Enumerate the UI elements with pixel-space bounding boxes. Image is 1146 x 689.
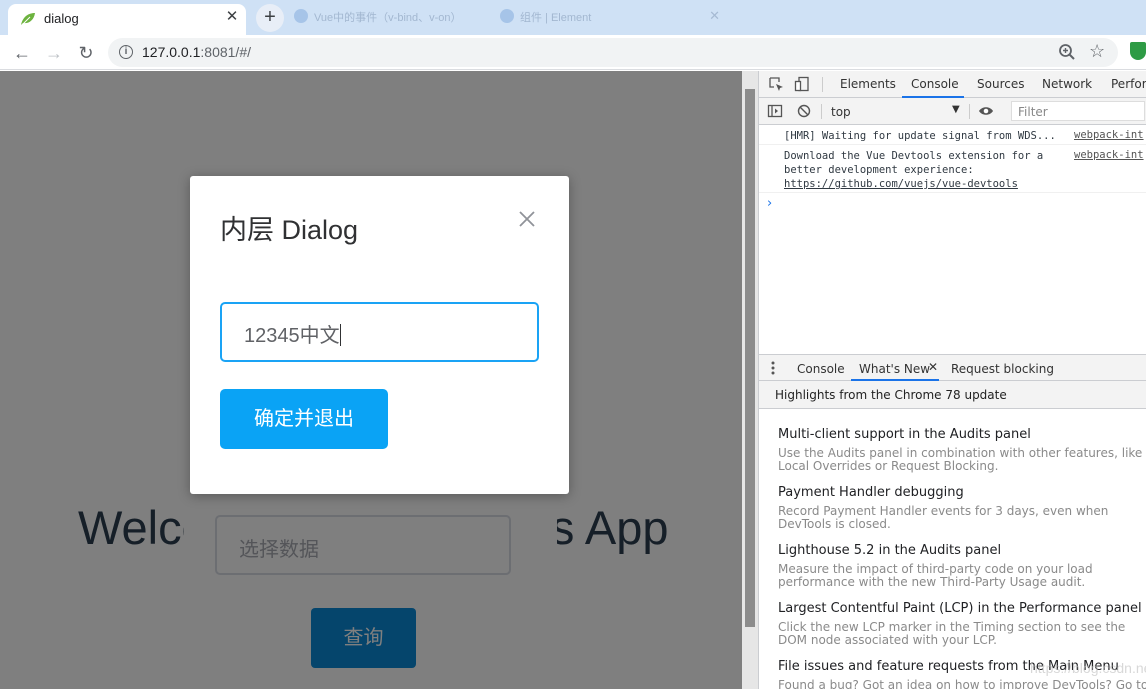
list-item-title: Payment Handler debugging xyxy=(778,485,964,500)
list-item[interactable]: Largest Contentful Paint (LCP) in the Pe… xyxy=(778,601,1146,647)
filter-placeholder: Filter xyxy=(1018,105,1048,119)
list-item-desc: Use the Audits panel in combination with… xyxy=(778,447,1143,473)
toolbar-divider xyxy=(969,104,970,119)
close-tab-icon[interactable]: ✕ xyxy=(709,8,720,24)
drawer-tab-request-blocking[interactable]: Request blocking xyxy=(951,362,1054,376)
address-bar[interactable]: i 127.0.0.1:8081/#/ ☆ xyxy=(108,38,1118,67)
tab-performance[interactable]: Perform xyxy=(1111,77,1146,91)
list-item[interactable]: Payment Handler debugging Record Payment… xyxy=(778,485,1146,531)
console-message-body: Download the Vue Devtools extension for … xyxy=(784,150,1044,176)
new-tab-button[interactable]: + xyxy=(256,4,284,32)
list-item-desc: Record Payment Handler events for 3 days… xyxy=(778,505,1109,531)
console-prompt-icon[interactable]: › xyxy=(767,196,772,211)
toolbar-divider xyxy=(821,104,822,119)
tab-title: 组件 | Element xyxy=(520,12,592,24)
tab-title: Vue中的事件（v-bind、v-on） xyxy=(314,12,462,24)
list-item-title: Largest Contentful Paint (LCP) in the Pe… xyxy=(778,601,1142,616)
dropdown-arrow-icon[interactable]: ▼ xyxy=(952,104,960,115)
devtools-tab-bar: Elements Console Sources Network Perform xyxy=(759,71,1146,98)
console-url-link[interactable]: https://github.com/vuejs/vue-devtools xyxy=(784,178,1018,190)
shield-extension-icon[interactable] xyxy=(1130,42,1146,60)
console-source-link[interactable]: webpack-int xyxy=(1074,129,1144,141)
eye-icon[interactable] xyxy=(978,103,994,119)
drawer-tab-console[interactable]: Console xyxy=(797,362,845,376)
list-item-desc: Found a bug? Got an idea on how to impro… xyxy=(778,679,1146,689)
console-message-text: [HMR] Waiting for update signal from WDS… xyxy=(784,130,1056,142)
inspect-element-icon[interactable] xyxy=(768,76,784,92)
leaf-icon xyxy=(21,13,35,26)
console-message-text: Download the Vue Devtools extension for … xyxy=(784,149,1069,191)
list-item[interactable]: Multi-client support in the Audits panel… xyxy=(778,427,1146,473)
tab-console[interactable]: Console xyxy=(911,77,959,91)
close-icon[interactable] xyxy=(514,206,540,232)
bookmark-star-icon[interactable]: ☆ xyxy=(1089,41,1105,62)
list-item-desc: Measure the impact of third-party code o… xyxy=(778,563,1093,589)
forward-arrow-icon[interactable]: → xyxy=(42,41,66,65)
sidebar-toggle-icon[interactable] xyxy=(767,103,783,119)
console-output: [HMR] Waiting for update signal from WDS… xyxy=(759,125,1146,354)
watermark: https://blog.csdn.net/qq_42762761 xyxy=(1030,660,1146,676)
tab-favicon-icon xyxy=(500,9,514,23)
console-source-link[interactable]: webpack-int xyxy=(1074,149,1144,161)
close-icon[interactable]: ✕ xyxy=(928,360,938,374)
drawer-tab-bar: Console What's New ✕ Request blocking xyxy=(759,354,1146,381)
tab-dialog[interactable]: dialog ✕ xyxy=(8,4,246,35)
input-value-wrap: 12345中文 xyxy=(244,319,341,348)
toolbar-divider xyxy=(822,77,823,92)
dialog-title: 内层 Dialog xyxy=(220,215,359,245)
tab-sources[interactable]: Sources xyxy=(977,77,1024,91)
url-host: 127.0.0.1 xyxy=(142,44,201,60)
tab-title: dialog xyxy=(44,11,79,26)
tab-favicon-icon xyxy=(294,9,308,23)
console-message: Download the Vue Devtools extension for … xyxy=(759,145,1146,193)
input-value: 12345中文 xyxy=(244,325,340,347)
confirm-and-exit-button[interactable]: 确定并退出 xyxy=(220,389,388,449)
zoom-icon[interactable] xyxy=(1058,43,1076,61)
context-selector[interactable]: top xyxy=(831,105,851,119)
console-filter-input[interactable]: Filter xyxy=(1011,101,1145,121)
dialog-text-input[interactable]: 12345中文 xyxy=(220,302,539,362)
tab-vue-events[interactable]: Vue中的事件（v-bind、v-on） xyxy=(288,8,488,26)
tab-elements[interactable]: Elements xyxy=(840,77,896,91)
whats-new-list: Multi-client support in the Audits panel… xyxy=(759,409,1146,689)
url-path: :8081/#/ xyxy=(200,44,251,60)
highlights-text: Highlights from the Chrome 78 update xyxy=(775,388,1007,402)
reload-icon[interactable]: ↻ xyxy=(74,41,98,65)
highlights-header: Highlights from the Chrome 78 update xyxy=(759,381,1146,409)
inner-dialog: 内层 Dialog 12345中文 确定并退出 xyxy=(190,176,569,494)
back-arrow-icon[interactable]: ← xyxy=(10,41,34,65)
page-scrollbar[interactable] xyxy=(742,71,758,689)
tab-element-components[interactable]: 组件 | Element ✕ xyxy=(494,8,724,26)
console-message: [HMR] Waiting for update signal from WDS… xyxy=(759,125,1146,145)
browser-tab-strip: dialog ✕ + Vue中的事件（v-bind、v-on） 组件 | Ele… xyxy=(0,0,1146,35)
more-vertical-icon[interactable] xyxy=(770,360,776,376)
drawer-tab-whats-new[interactable]: What's New xyxy=(859,362,930,376)
devtools-panel: Elements Console Sources Network Perform… xyxy=(758,71,1146,689)
list-item-desc: Click the new LCP marker in the Timing s… xyxy=(778,621,1126,647)
browser-toolbar: ← → ↻ i 127.0.0.1:8081/#/ ☆ xyxy=(0,35,1146,70)
tab-network[interactable]: Network xyxy=(1042,77,1092,91)
list-item-title: Multi-client support in the Audits panel xyxy=(778,427,1031,442)
close-tab-icon[interactable]: ✕ xyxy=(223,8,241,26)
console-toolbar: top ▼ Filter xyxy=(759,98,1146,125)
url-text[interactable]: 127.0.0.1:8081/#/ xyxy=(142,44,251,60)
clear-console-icon[interactable] xyxy=(796,103,812,119)
list-item[interactable]: Lighthouse 5.2 in the Audits panel Measu… xyxy=(778,543,1146,589)
info-icon[interactable]: i xyxy=(119,45,133,59)
page-viewport: Welcome to Your Vue.js App 选择数据 查询 内层 Di… xyxy=(0,71,758,689)
scrollbar-thumb[interactable] xyxy=(745,89,755,627)
list-item-title: Lighthouse 5.2 in the Audits panel xyxy=(778,543,1002,558)
device-toolbar-icon[interactable] xyxy=(794,76,810,92)
text-caret xyxy=(339,324,341,346)
